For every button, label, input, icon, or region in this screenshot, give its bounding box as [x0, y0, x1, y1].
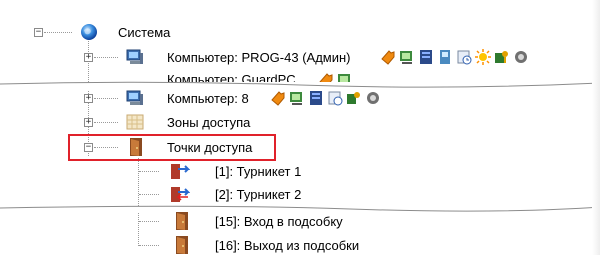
tree-node-label: Точки доступа: [167, 139, 253, 155]
card-reader-icon: [440, 50, 450, 64]
hand-icon: [381, 50, 395, 65]
computer-icon: [126, 49, 143, 64]
turnstile-icon: [171, 164, 190, 179]
system-tree: − Система + Компьютер: PROG-43 (Админ) К…: [0, 0, 600, 255]
tree-guide-line: [94, 122, 118, 123]
tree-guide-line: [139, 171, 159, 172]
service-icons-strip: [380, 49, 532, 65]
tree-node-computer[interactable]: + Компьютер: PROG-43 (Админ): [0, 47, 600, 67]
globe-icon: [81, 24, 97, 40]
door-icon: [176, 212, 188, 230]
tree-guide-line: [94, 147, 118, 148]
tree-node-label: Система: [118, 24, 171, 40]
tree-guide-line: [139, 245, 159, 246]
camera-icon: [367, 92, 379, 104]
expand-toggle[interactable]: +: [84, 118, 93, 127]
keys-icon: [495, 51, 508, 63]
expand-toggle[interactable]: +: [84, 94, 93, 103]
tree-node-label: [1]: Турникет 1: [215, 163, 302, 179]
tree-node-label: [16]: Выход из подсобки: [215, 237, 360, 253]
tree-node-access-point[interactable]: [16]: Выход из подсобки: [0, 235, 600, 255]
panel-edge: [592, 0, 600, 255]
collapse-toggle[interactable]: −: [34, 28, 43, 37]
computer-icon: [126, 90, 143, 105]
tree-node-label: [2]: Турникет 2: [215, 186, 302, 202]
tree-guide-line: [139, 194, 159, 195]
tree-node-access-zones[interactable]: + Зоны доступа: [0, 112, 600, 132]
tree-node-access-point[interactable]: [15]: Вход в подсобку: [0, 211, 600, 231]
tree-node-label: Компьютер: PROG-43 (Админ): [167, 49, 351, 65]
tree-guide-line: [44, 32, 72, 33]
camera-icon: [515, 51, 527, 63]
sun-icon: [475, 49, 491, 65]
service-icons-strip: [270, 90, 384, 106]
monitor-icon: [290, 92, 302, 105]
door-icon: [176, 236, 188, 254]
turnstile-icon: [171, 187, 190, 202]
tree-node-label: Зоны доступа: [167, 114, 251, 130]
monitor-icon: [400, 51, 412, 64]
collapse-toggle[interactable]: −: [84, 143, 93, 152]
tree-guide-line: [94, 98, 118, 99]
tree-node-access-point[interactable]: [1]: Турникет 1: [0, 161, 600, 181]
clock-icon: [328, 91, 343, 106]
tree-guide-line: [139, 221, 159, 222]
tree-node-system[interactable]: − Система: [0, 22, 600, 42]
server-icon: [310, 91, 322, 105]
door-icon: [130, 138, 142, 156]
tree-node-access-points[interactable]: − Точки доступа: [0, 137, 600, 157]
tree-guide-line: [94, 57, 118, 58]
keys-icon: [347, 92, 360, 104]
tree-node-access-point[interactable]: [2]: Турникет 2: [0, 184, 600, 204]
tree-node-label: Компьютер: 8: [167, 90, 249, 106]
hand-icon: [271, 91, 285, 106]
expand-toggle[interactable]: +: [84, 53, 93, 62]
zone-grid-icon: [126, 114, 144, 130]
tree-node-computer[interactable]: + Компьютер: 8: [0, 88, 600, 108]
clock-icon: [457, 50, 472, 65]
server-icon: [420, 50, 432, 64]
tree-node-label: [15]: Вход в подсобку: [215, 213, 343, 229]
